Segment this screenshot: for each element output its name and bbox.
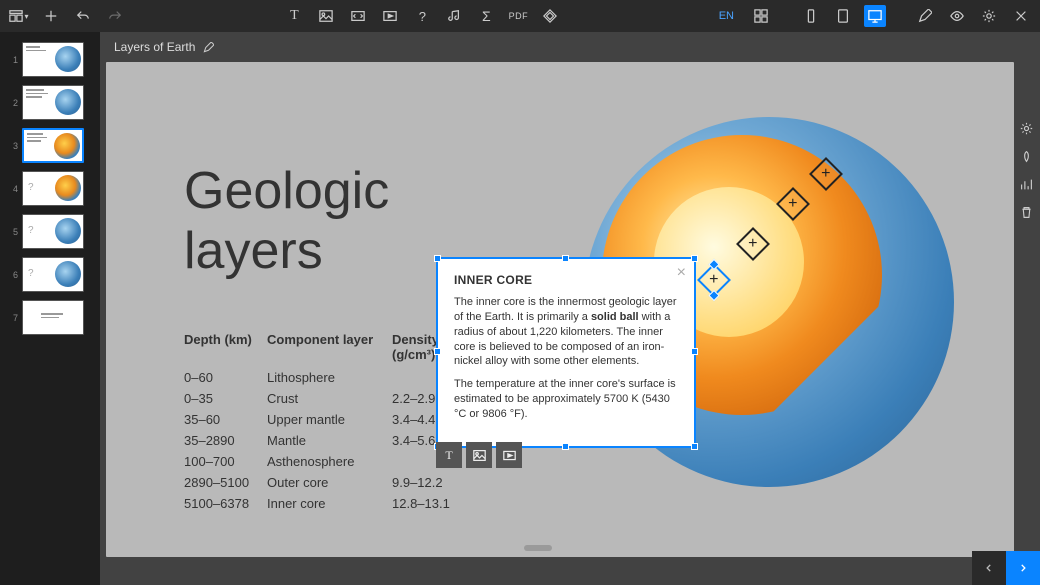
insert-video-button[interactable] — [379, 5, 401, 27]
resize-handle[interactable] — [562, 255, 569, 262]
insert-image-button[interactable] — [315, 5, 337, 27]
thumbnail-panel: 1 2 3 4? 5? 6? 7 — [0, 32, 100, 585]
insert-shape-button[interactable] — [539, 5, 561, 27]
table-row: 35–2890Mantle3.4–5.6 — [184, 433, 467, 448]
thumb-number: 4 — [6, 184, 18, 194]
top-toolbar: ▾ T ? Σ PDF EN — [0, 0, 1040, 32]
popup-image-button[interactable] — [466, 442, 492, 468]
theme-icon[interactable] — [1016, 146, 1036, 166]
popup-toolbar: T — [436, 442, 522, 468]
table-row: 2890–5100Outer core9.9–12.2 — [184, 475, 467, 490]
stats-icon[interactable] — [1016, 174, 1036, 194]
popup-text-button[interactable]: T — [436, 442, 462, 468]
language-indicator[interactable]: EN — [719, 10, 734, 22]
prev-slide-button[interactable] — [972, 551, 1006, 585]
layout-menu[interactable]: ▾ — [8, 5, 30, 27]
slide-settings-icon[interactable] — [1016, 118, 1036, 138]
table-row: 0–60Lithosphere — [184, 370, 467, 385]
thumb-number: 7 — [6, 313, 18, 323]
thumbnail-6[interactable]: ? — [22, 257, 84, 292]
thumb-number: 3 — [6, 141, 18, 151]
insert-formula-button[interactable]: Σ — [475, 5, 497, 27]
resize-handle[interactable] — [691, 443, 698, 450]
thumbnail-3[interactable] — [22, 128, 84, 163]
thumbnail-5[interactable]: ? — [22, 214, 84, 249]
slide-scrubber[interactable] — [524, 545, 552, 551]
popup-paragraph: The inner core is the innermost geologic… — [454, 295, 678, 369]
resize-handle[interactable] — [691, 348, 698, 355]
popup-paragraph: The temperature at the inner core's surf… — [454, 377, 678, 422]
slide-nav — [972, 551, 1040, 585]
delete-icon[interactable] — [1016, 202, 1036, 222]
popup-close-icon[interactable]: × — [677, 265, 686, 281]
insert-embed-button[interactable] — [347, 5, 369, 27]
insert-audio-button[interactable] — [443, 5, 465, 27]
device-tablet-button[interactable] — [832, 5, 854, 27]
document-title[interactable]: Layers of Earth — [114, 40, 195, 54]
insert-question-button[interactable]: ? — [411, 5, 433, 27]
col-depth-header: Depth (km) — [184, 332, 267, 362]
redo-button[interactable] — [104, 5, 126, 27]
thumbnail-1[interactable] — [22, 42, 84, 77]
resize-handle[interactable] — [434, 255, 441, 262]
thumb-number: 6 — [6, 270, 18, 280]
popup-video-button[interactable] — [496, 442, 522, 468]
info-popup[interactable]: × INNER CORE The inner core is the inner… — [436, 257, 696, 448]
popup-title: INNER CORE — [454, 273, 678, 287]
resize-handle[interactable] — [691, 255, 698, 262]
thumb-number: 5 — [6, 227, 18, 237]
undo-button[interactable] — [72, 5, 94, 27]
thumbnail-4[interactable]: ? — [22, 171, 84, 206]
thumb-number: 1 — [6, 55, 18, 65]
rename-icon[interactable] — [203, 42, 214, 53]
table-row: 100–700Asthenosphere — [184, 454, 467, 469]
add-slide-button[interactable] — [40, 5, 62, 27]
slide-title[interactable]: Geologiclayers — [184, 162, 389, 282]
insert-text-button[interactable]: T — [283, 5, 305, 27]
thumbnail-2[interactable] — [22, 85, 84, 120]
table-row: 35–60Upper mantle3.4–4.4 — [184, 412, 467, 427]
table-row: 5100–6378Inner core12.8–13.1 — [184, 496, 467, 511]
settings-button[interactable] — [978, 5, 1000, 27]
device-phone-button[interactable] — [800, 5, 822, 27]
editor-area: Layers of Earth Geologiclayers Depth (km… — [100, 32, 1040, 585]
thumbnail-7[interactable] — [22, 300, 84, 335]
slide-canvas[interactable]: Geologiclayers Depth (km) Component laye… — [106, 62, 1014, 557]
edit-mode-button[interactable] — [914, 5, 936, 27]
grid-view-button[interactable] — [750, 5, 772, 27]
table-row: 0–35Crust2.2–2.9 — [184, 391, 467, 406]
resize-handle[interactable] — [562, 443, 569, 450]
insert-pdf-button[interactable]: PDF — [507, 5, 529, 27]
col-layer-header: Component layer — [267, 332, 392, 362]
thumb-number: 2 — [6, 98, 18, 108]
app-root: ▾ T ? Σ PDF EN — [0, 0, 1040, 585]
main-body: 1 2 3 4? 5? 6? 7 Layers of Earth Geologi… — [0, 32, 1040, 585]
device-desktop-button[interactable] — [864, 5, 886, 27]
close-button[interactable] — [1010, 5, 1032, 27]
document-title-bar: Layers of Earth — [100, 32, 1040, 62]
next-slide-button[interactable] — [1006, 551, 1040, 585]
preview-button[interactable] — [946, 5, 968, 27]
canvas-side-tools — [1016, 118, 1036, 222]
layers-table: Depth (km) Component layer Density (g/cm… — [184, 332, 467, 517]
resize-handle[interactable] — [434, 348, 441, 355]
